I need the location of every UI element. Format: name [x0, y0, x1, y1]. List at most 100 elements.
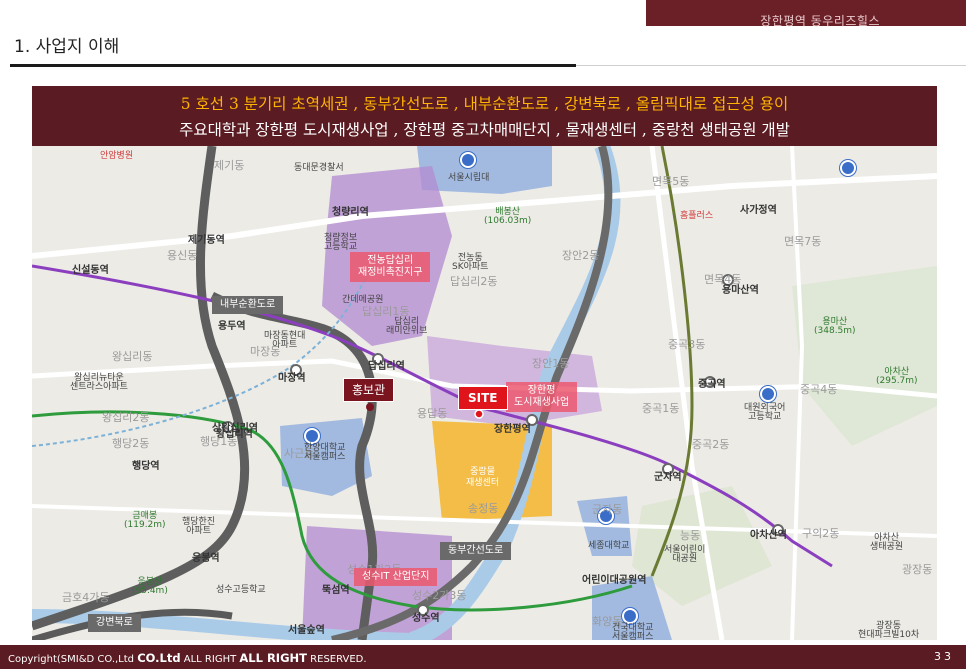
seoulsirip-marker-icon: [460, 152, 476, 168]
copyright: Copyright(SMI&D CO.,Ltd CO.Ltd ALL RIGHT…: [8, 651, 367, 665]
place-label: 전농동 SK아파트: [452, 253, 489, 272]
district-label: 송정동: [468, 502, 499, 515]
district-label: 중곡1동: [642, 402, 680, 415]
station-label: 아차산역: [750, 530, 787, 541]
janghanpyeong-zone-tag: 장한평 도시재생사업: [506, 382, 578, 412]
station-label: 청량리역: [332, 207, 369, 218]
place-label: 성수고등학교: [216, 585, 266, 595]
district-label: 답십리2동: [450, 275, 498, 288]
station-label: 신설동역: [72, 265, 109, 276]
place-label: 금매봉 (119.2m): [124, 511, 166, 530]
district-label: 중곡3동: [668, 338, 706, 351]
place-label: 서울시립대: [448, 173, 490, 183]
seongsu-it-zone-tag: 성수IT 산업단지: [354, 568, 438, 586]
district-label: 왕십리동: [112, 350, 153, 363]
hanyang-marker-icon: [304, 428, 320, 444]
header-brand-bar: 장한평역 동우리즈힐스: [646, 0, 966, 28]
district-label: 능동: [680, 529, 701, 542]
station-label: 사가정역: [740, 205, 777, 216]
district-label: 행당2동: [112, 437, 150, 450]
district-label: 중곡4동: [800, 383, 838, 396]
place-label: 대원외국어 고등학교: [744, 403, 786, 422]
east-arterial-road-tag: 동부간선도로: [440, 542, 512, 560]
title-underline: [10, 64, 576, 67]
title-divider: [576, 65, 966, 66]
place-label: 아차산 생태공원: [870, 533, 904, 552]
district-label: 용답동: [417, 407, 448, 420]
pr-office-pin: [366, 403, 374, 411]
place-label: 용마산 (348.5m): [814, 317, 856, 336]
place-label: 배봉산 (106.03m): [484, 207, 532, 226]
district-label: 성수2가3동: [412, 589, 467, 602]
banner-line-2: 주요대학과 장한평 도시재생사업 , 장한평 중고차매매단지 , 물재생센터 ,…: [179, 121, 790, 139]
place-label: 건국대학교 서울캠퍼스: [612, 623, 654, 641]
jeonnong-zone-tag: 전농답십리 재정비촉진지구: [350, 252, 431, 282]
district-label: 구의2동: [802, 527, 840, 540]
district-label: 면목7동: [784, 235, 822, 248]
copyright-company: CO.Ltd: [137, 651, 181, 665]
district-label: 광장동: [902, 563, 933, 576]
station-label: 성수역: [412, 613, 440, 624]
place-label: 응봉산 (95.4m): [132, 577, 168, 596]
district-label: 장안2동: [562, 249, 600, 262]
place-label: 홈플러스: [680, 211, 714, 221]
station-label: 상왕십리역: [212, 423, 258, 434]
place-label: 한양대학교 서울캠퍼스: [304, 443, 346, 462]
inner-ring-road-tag: 내부순환도로: [212, 296, 284, 314]
copyright-suffix: RESERVED.: [307, 654, 367, 665]
highlight-banner: 5 호선 3 분기리 초역세권 , 동부간선도로 , 내부순환도로 , 강변북로…: [32, 86, 937, 146]
site-marker[interactable]: SITE: [458, 386, 508, 411]
place-label: 안암병원: [100, 151, 134, 161]
station-label: 군자역: [654, 472, 682, 483]
district-label: 용신동: [167, 249, 198, 262]
district-label: 군자동: [592, 503, 623, 516]
pr-office-marker[interactable]: 홍보관: [343, 378, 395, 403]
place-label: 답십리 래미안위브: [386, 317, 428, 336]
station-label: 서울숲역: [288, 625, 325, 636]
station-label: 응봉역: [192, 553, 220, 564]
place-label: 아차산 (295.7m): [876, 367, 918, 386]
station-label: 용두역: [218, 321, 246, 332]
gangbyeon-road-tag: 강변북로: [88, 614, 141, 632]
district-label: 답십리1동: [362, 305, 410, 318]
footer-bar: Copyright(SMI&D CO.,Ltd CO.Ltd ALL RIGHT…: [0, 645, 966, 669]
copyright-prefix: Copyright(SMI&D CO.,Ltd: [8, 654, 138, 665]
brand-name: 장한평역 동우리즈힐스: [760, 14, 880, 28]
site-pin: [474, 409, 484, 419]
place-label: 청량정보 고등학교: [324, 233, 358, 252]
station-label: 어린이대공원역: [582, 575, 647, 586]
station-label: 답십리역: [368, 361, 405, 372]
station-label: 장한평역: [494, 424, 531, 435]
location-map[interactable]: 제기동 용신동 답십리1동 답십리2동 장안1동 장안2동 마장동 왕십리동 왕…: [32, 146, 937, 640]
station-label: 용마산역: [722, 285, 759, 296]
district-label: 면목5동: [652, 175, 690, 188]
place-label: 간데메공원: [342, 295, 384, 305]
copyright-rights: ALL RIGHT: [239, 651, 307, 665]
place-label: 서울어린이 대공원: [664, 545, 706, 564]
station-label: 중곡역: [698, 379, 726, 390]
place-label: 마장동현대 아파트: [264, 331, 306, 350]
station-label: 행당역: [132, 461, 160, 472]
daewon-marker-icon: [760, 386, 776, 402]
place-label: 광장동 현대파크빌10차: [858, 621, 920, 640]
district-label: 중곡2동: [692, 438, 730, 451]
district-label: 면목4동: [704, 273, 742, 286]
water-center-zone-tag: 중랑물 재생센터: [466, 467, 500, 488]
station-label: 마장역: [278, 373, 306, 384]
place-label: 왕십리뉴타운 센트라스아파트: [70, 373, 128, 392]
place-label: 동대문경찰서: [294, 163, 344, 173]
konkuk-marker-icon: [622, 608, 638, 624]
place-label: 세종대학교: [588, 541, 630, 551]
banner-line-1: 5 호선 3 분기리 초역세권 , 동부간선도로 , 내부순환도로 , 강변북로…: [180, 95, 789, 113]
district-label: 장안1동: [532, 357, 570, 370]
section-title: 1. 사업지 이해: [14, 37, 120, 57]
seoil-marker-icon: [840, 160, 856, 176]
district-label: 왕십리2동: [102, 411, 150, 424]
place-label: 행당한진 아파트: [182, 517, 216, 536]
copyright-middle: ALL RIGHT: [180, 654, 240, 665]
station-label: 뚝섬역: [322, 585, 350, 596]
district-label: 제기동: [214, 159, 245, 172]
page-number: 33: [934, 650, 954, 663]
district-label: 금호4가동: [62, 591, 110, 604]
station-label: 제기동역: [188, 235, 225, 246]
